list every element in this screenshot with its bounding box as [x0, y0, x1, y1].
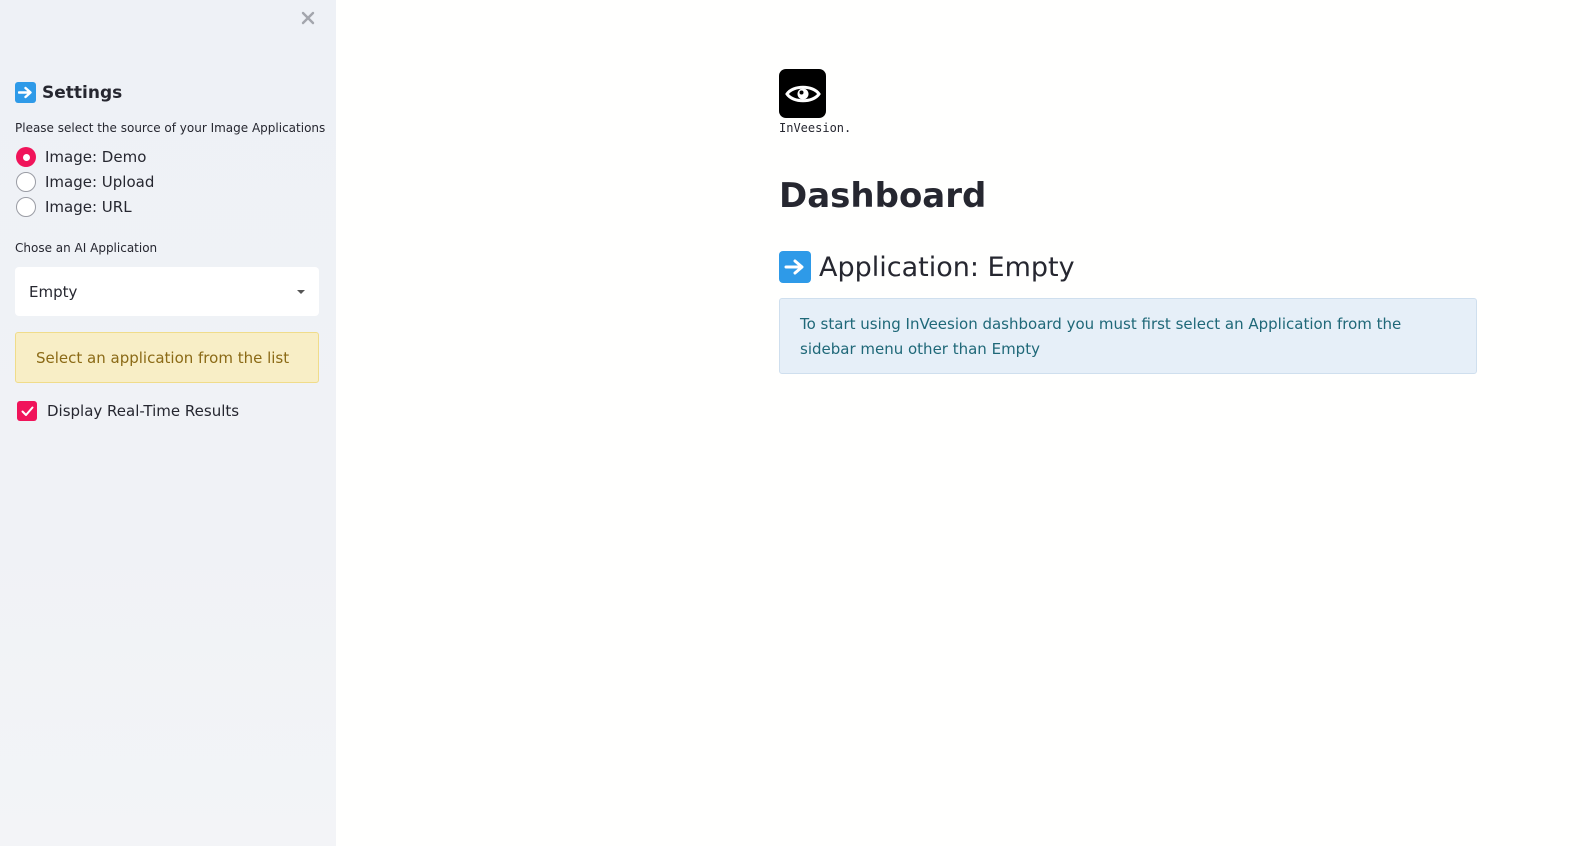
- settings-heading: Settings: [15, 82, 122, 103]
- application-select[interactable]: Empty: [15, 267, 319, 316]
- radio-label: Image: Upload: [45, 173, 155, 191]
- radio-image-upload[interactable]: Image: Upload: [16, 172, 154, 192]
- source-label: Please select the source of your Image A…: [15, 121, 326, 135]
- warning-alert: Select an application from the list: [15, 332, 319, 383]
- application-heading: Application: Empty: [779, 251, 1075, 283]
- checkbox-checked-icon: [17, 401, 37, 421]
- chevron-down-icon: [297, 289, 305, 294]
- radio-image-url[interactable]: Image: URL: [16, 197, 132, 217]
- realtime-results-checkbox[interactable]: Display Real-Time Results: [17, 401, 239, 421]
- page-title: Dashboard: [779, 176, 987, 216]
- radio-indicator: [16, 172, 36, 192]
- sidebar: Settings Please select the source of you…: [0, 0, 336, 846]
- application-select-value: Empty: [29, 282, 78, 301]
- application-heading-text: Application: Empty: [819, 251, 1075, 283]
- radio-label: Image: Demo: [45, 148, 147, 166]
- info-alert: To start using InVeesion dashboard you m…: [779, 298, 1477, 374]
- arrow-right-icon: [15, 82, 36, 103]
- application-label: Chose an AI Application: [15, 241, 158, 255]
- radio-selected-indicator: [16, 147, 36, 167]
- radio-image-demo[interactable]: Image: Demo: [16, 147, 146, 167]
- app-logo: [779, 69, 826, 118]
- settings-heading-text: Settings: [42, 82, 123, 103]
- eye-icon: [784, 85, 821, 102]
- checkbox-label: Display Real-Time Results: [47, 402, 240, 420]
- radio-label: Image: URL: [45, 198, 132, 216]
- radio-indicator: [16, 197, 36, 217]
- close-sidebar-button[interactable]: [296, 6, 320, 30]
- arrow-right-icon: [779, 251, 811, 283]
- logo-caption: InVeesion.: [779, 121, 852, 135]
- close-icon: [301, 11, 315, 25]
